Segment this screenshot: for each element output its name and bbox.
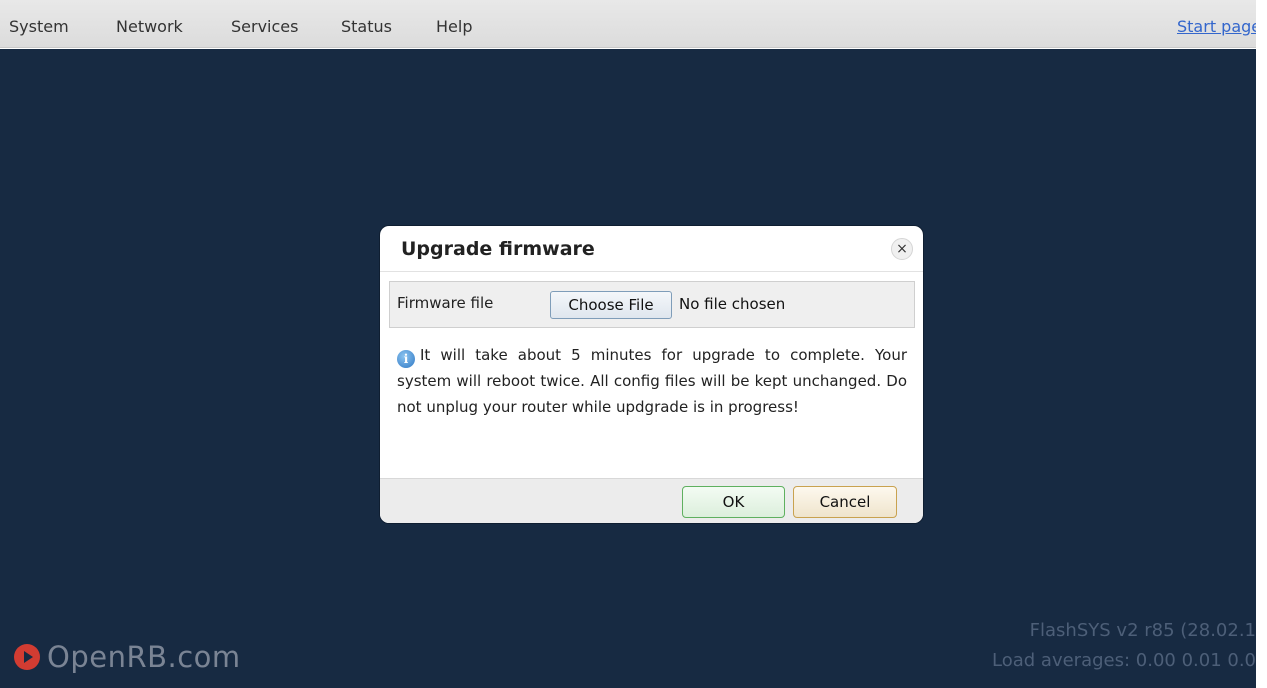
menu-system[interactable]: System <box>9 17 69 36</box>
dialog-title: Upgrade firmware <box>401 238 595 260</box>
right-edge <box>1256 0 1267 688</box>
dialog-footer: OK Cancel <box>380 478 923 523</box>
ok-button[interactable]: OK <box>682 486 785 518</box>
info-text: It will take about 5 minutes for upgrade… <box>397 346 907 416</box>
upgrade-info-message: i It will take about 5 minutes for upgrad… <box>397 342 907 420</box>
menu-status[interactable]: Status <box>341 17 392 36</box>
dialog-header: Upgrade firmware × <box>380 226 923 272</box>
cancel-button[interactable]: Cancel <box>793 486 897 518</box>
upgrade-firmware-dialog: Upgrade firmware × Firmware file Choose … <box>380 226 923 523</box>
menu-network[interactable]: Network <box>116 17 183 36</box>
file-status-text: No file chosen <box>679 295 786 313</box>
firmware-file-row: Firmware file Choose File No file chosen <box>389 281 915 328</box>
firmware-version: FlashSYS v2 r85 (28.02.1 <box>1029 620 1256 641</box>
brand-name: OpenRB.com <box>47 640 241 674</box>
play-icon <box>14 644 40 670</box>
info-icon: i <box>397 350 415 368</box>
close-icon[interactable]: × <box>891 238 913 260</box>
menu-services[interactable]: Services <box>231 17 298 36</box>
start-page-link[interactable]: Start page <box>1177 17 1261 36</box>
choose-file-button[interactable]: Choose File <box>550 291 672 319</box>
brand-logo: OpenRB.com <box>14 640 241 674</box>
firmware-file-label: Firmware file <box>397 294 494 312</box>
top-menu-bar: System Network Services Status Help Star… <box>0 0 1261 48</box>
menu-help[interactable]: Help <box>436 17 472 36</box>
load-averages: Load averages: 0.00 0.01 0.0 <box>992 650 1256 671</box>
